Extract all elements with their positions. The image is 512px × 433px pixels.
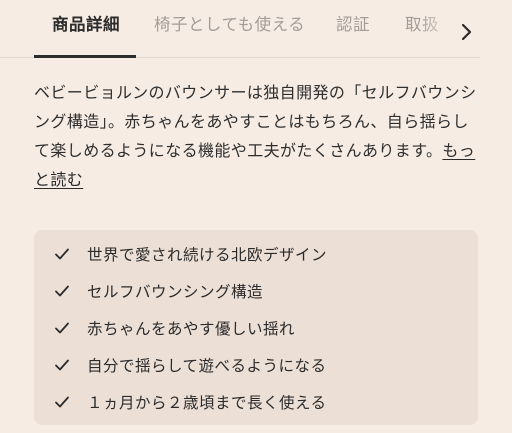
active-tab-indicator [34,55,136,58]
description-text: て楽しめるようになる機能や工夫がたくさんあります。 [34,141,443,160]
feature-text: 自分で揺らして遊べるようになる [87,357,327,375]
check-icon [55,248,69,260]
read-more-link-continued[interactable]: と読む [34,170,83,189]
tab-fade [418,0,446,56]
feature-item: 世界で愛され続ける北欧デザイン [54,242,327,266]
description-line: と読む [34,165,482,194]
feature-text: 赤ちゃんをあやす優しい揺れ [87,320,296,338]
check-icon [55,285,69,297]
product-description: ベビービョルンのバウンサーは独自開発の「セルフバウンシ ング構造」。赤ちゃんをあ… [34,78,482,194]
feature-text: １ヵ月から２歳頃まで長く使える [87,394,327,412]
feature-text: セルフバウンシング構造 [87,283,264,301]
feature-item: 赤ちゃんをあやす優しい揺れ [54,316,295,340]
feature-text: 世界で愛され続ける北欧デザイン [87,246,328,264]
tabs-track: 商品詳細 椅子としても使える 認証 取扱 [0,0,446,58]
feature-item: 自分で揺らして遊べるようになる [54,353,327,377]
feature-item: セルフバウンシング構造 [54,279,263,303]
description-line: て楽しめるようになる機能や工夫がたくさんあります。もっ [34,136,482,165]
tab-use-as-chair[interactable]: 椅子としても使える [154,14,305,36]
check-icon [55,322,69,334]
feature-list: 世界で愛され続ける北欧デザイン セルフバウンシング構造 赤ちゃんをあやす優しい揺… [34,230,478,425]
read-more-link[interactable]: もっ [442,141,475,160]
tab-certification[interactable]: 認証 [336,14,370,36]
description-line: ング構造」。赤ちゃんをあやすことはもちろん、自ら揺らし [34,112,469,131]
tab-product-details[interactable]: 商品詳細 [52,14,120,36]
chevron-right-icon[interactable] [452,18,480,46]
tab-bar: 商品詳細 椅子としても使える 認証 取扱 [0,0,512,58]
check-icon [55,359,69,371]
feature-item: １ヵ月から２歳頃まで長く使える [54,390,327,414]
check-icon [55,396,69,408]
description-line: ベビービョルンのバウンサーは独自開発の「セルフバウンシ [34,83,477,102]
